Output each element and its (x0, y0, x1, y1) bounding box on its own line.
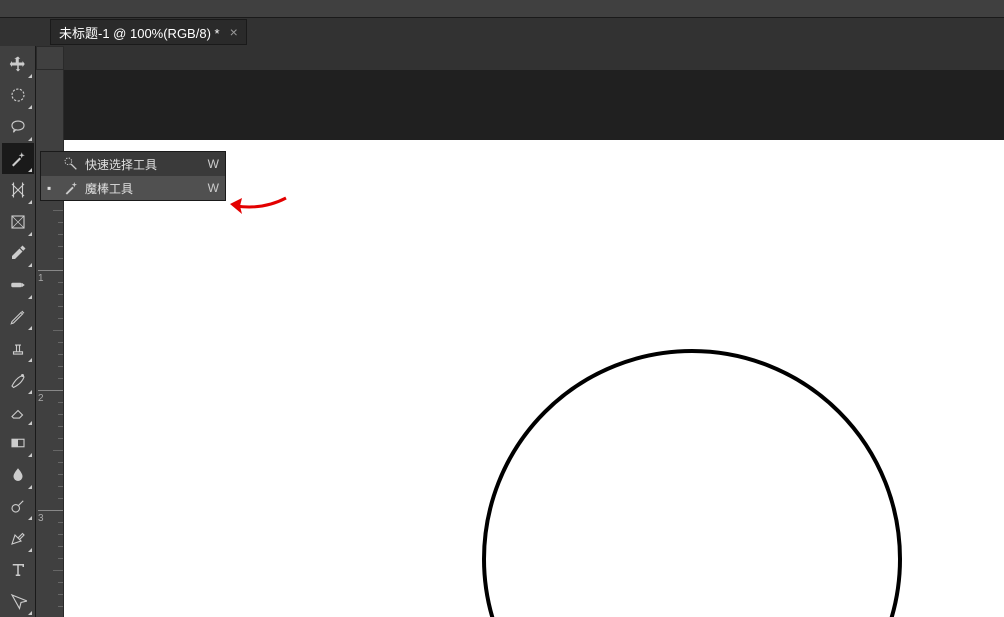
pencil-tool[interactable] (2, 301, 34, 333)
lasso-tool[interactable] (2, 111, 34, 143)
annotation-arrow (228, 192, 288, 219)
magic-wand-icon (61, 180, 81, 196)
workspace: 0 1 2 3 4 5 6 7 1 2 3 (36, 46, 1004, 617)
healing-brush-tool[interactable] (2, 269, 34, 301)
pen-tool[interactable] (2, 522, 34, 554)
magic-wand-tool[interactable] (2, 143, 34, 175)
blur-tool[interactable] (2, 459, 34, 491)
type-tool[interactable] (2, 554, 34, 586)
quick-selection-icon (61, 156, 81, 172)
main-area: 0 1 2 3 4 5 6 7 1 2 3 (0, 46, 1004, 617)
frame-tool[interactable] (2, 206, 34, 238)
ruler-corner (36, 46, 64, 70)
menu-bar (0, 0, 1004, 18)
clone-stamp-tool[interactable] (2, 332, 34, 364)
eyedropper-tool[interactable] (2, 238, 34, 270)
dodge-tool[interactable] (2, 491, 34, 523)
eraser-tool[interactable] (2, 396, 34, 428)
check-indicator: ▪ (47, 181, 57, 195)
path-tool[interactable] (2, 585, 34, 617)
tools-panel (0, 46, 36, 617)
flyout-shortcut: W (208, 157, 219, 171)
move-tool[interactable] (2, 48, 34, 80)
flyout-label: 魔棒工具 (85, 180, 208, 197)
crop-tool[interactable] (2, 174, 34, 206)
document-tab[interactable]: 未标题-1 @ 100%(RGB/8) * × (50, 19, 247, 45)
flyout-shortcut: W (208, 181, 219, 195)
flyout-label: 快速选择工具 (85, 156, 208, 173)
gradient-tool[interactable] (2, 427, 34, 459)
flyout-quick-selection[interactable]: 快速选择工具 W (41, 152, 225, 176)
close-icon[interactable]: × (230, 24, 238, 40)
marquee-tool[interactable] (2, 80, 34, 112)
tool-flyout-menu: 快速选择工具 W ▪ 魔棒工具 W (40, 151, 226, 201)
canvas[interactable] (64, 140, 1004, 617)
history-brush-tool[interactable] (2, 364, 34, 396)
tab-title: 未标题-1 @ 100%(RGB/8) * (59, 23, 220, 42)
document-tab-bar: 未标题-1 @ 100%(RGB/8) * × (0, 18, 1004, 46)
flyout-magic-wand[interactable]: ▪ 魔棒工具 W (41, 176, 225, 200)
ellipse-shape (482, 349, 902, 617)
